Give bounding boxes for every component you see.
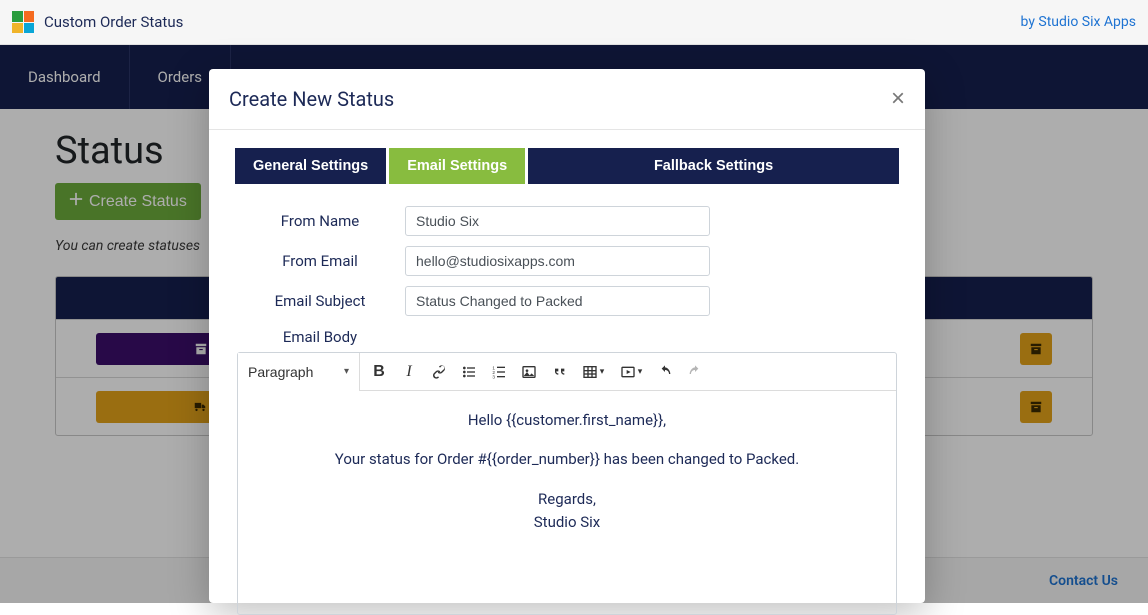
modal-tabs: General Settings Email Settings Fallback… — [235, 148, 899, 184]
ordered-list-button[interactable]: 123 — [484, 357, 514, 387]
create-status-modal: Create New Status × General Settings Ema… — [209, 69, 925, 603]
bullet-list-icon — [461, 364, 477, 380]
email-subject-input[interactable] — [405, 286, 710, 316]
chevron-down-icon: ▾ — [344, 366, 349, 377]
email-body-label: Email Body — [235, 326, 405, 346]
redo-button[interactable] — [680, 357, 710, 387]
editor-toolbar: Paragraph ▾ B I 123 — [238, 353, 896, 391]
email-body-line: Hello {{customer.first_name}}, — [253, 409, 881, 432]
rich-text-editor: Paragraph ▾ B I 123 — [237, 352, 897, 615]
from-email-input[interactable] — [405, 246, 710, 276]
from-name-label: From Name — [235, 212, 405, 230]
app-logo-icon — [12, 11, 34, 33]
email-body-line: Your status for Order #{{order_number}} … — [253, 448, 881, 471]
link-button[interactable] — [424, 357, 454, 387]
image-button[interactable] — [514, 357, 544, 387]
bold-icon: B — [373, 363, 385, 381]
from-name-input[interactable] — [405, 206, 710, 236]
italic-icon: I — [406, 363, 411, 381]
chevron-down-icon: ▾ — [638, 366, 643, 377]
media-icon — [620, 364, 636, 380]
email-body-line: Regards, Studio Six — [253, 488, 881, 535]
close-icon: × — [891, 85, 905, 112]
format-dropdown-label: Paragraph — [248, 364, 313, 380]
bullet-list-button[interactable] — [454, 357, 484, 387]
tab-general-settings[interactable]: General Settings — [235, 148, 386, 184]
email-subject-label: Email Subject — [235, 292, 405, 310]
tab-email-settings[interactable]: Email Settings — [389, 148, 525, 184]
chevron-down-icon: ▾ — [600, 366, 605, 377]
bold-button[interactable]: B — [364, 357, 394, 387]
quote-icon — [551, 364, 567, 380]
blockquote-button[interactable] — [544, 357, 574, 387]
vendor-link[interactable]: by Studio Six Apps — [1021, 14, 1136, 30]
svg-text:3: 3 — [492, 374, 495, 379]
modal-header: Create New Status × — [209, 69, 925, 130]
from-email-label: From Email — [235, 252, 405, 270]
app-title: Custom Order Status — [44, 13, 183, 31]
redo-icon — [687, 364, 703, 380]
undo-button[interactable] — [650, 357, 680, 387]
table-icon — [582, 364, 598, 380]
tab-fallback-settings[interactable]: Fallback Settings — [528, 148, 899, 184]
format-dropdown[interactable]: Paragraph ▾ — [238, 353, 360, 391]
media-button[interactable]: ▾ — [612, 357, 650, 387]
link-icon — [431, 364, 447, 380]
italic-button[interactable]: I — [394, 357, 424, 387]
table-button[interactable]: ▾ — [574, 357, 612, 387]
editor-content[interactable]: Hello {{customer.first_name}}, Your stat… — [238, 391, 896, 614]
app-bar: Custom Order Status by Studio Six Apps — [0, 0, 1148, 45]
undo-icon — [657, 364, 673, 380]
image-icon — [521, 364, 537, 380]
ordered-list-icon: 123 — [491, 364, 507, 380]
modal-title: Create New Status — [229, 87, 394, 111]
modal-close-button[interactable]: × — [891, 87, 905, 111]
